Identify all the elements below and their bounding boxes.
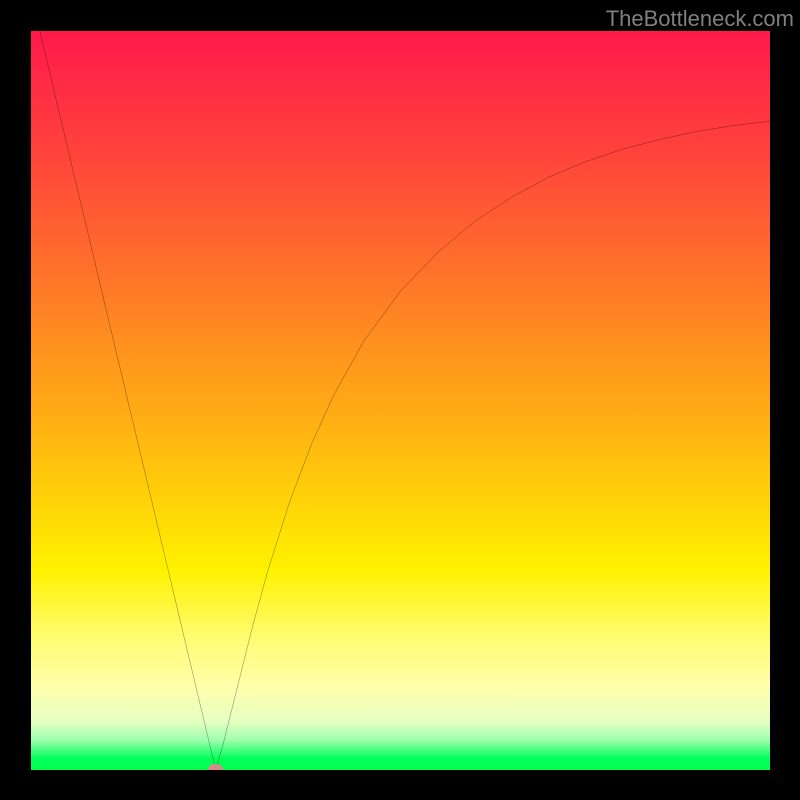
bottleneck-curve [31, 31, 770, 770]
chart-frame: TheBottleneck.com [0, 0, 800, 800]
plot-area [31, 31, 770, 770]
watermark-text: TheBottleneck.com [606, 6, 794, 32]
minimum-marker [208, 764, 223, 770]
